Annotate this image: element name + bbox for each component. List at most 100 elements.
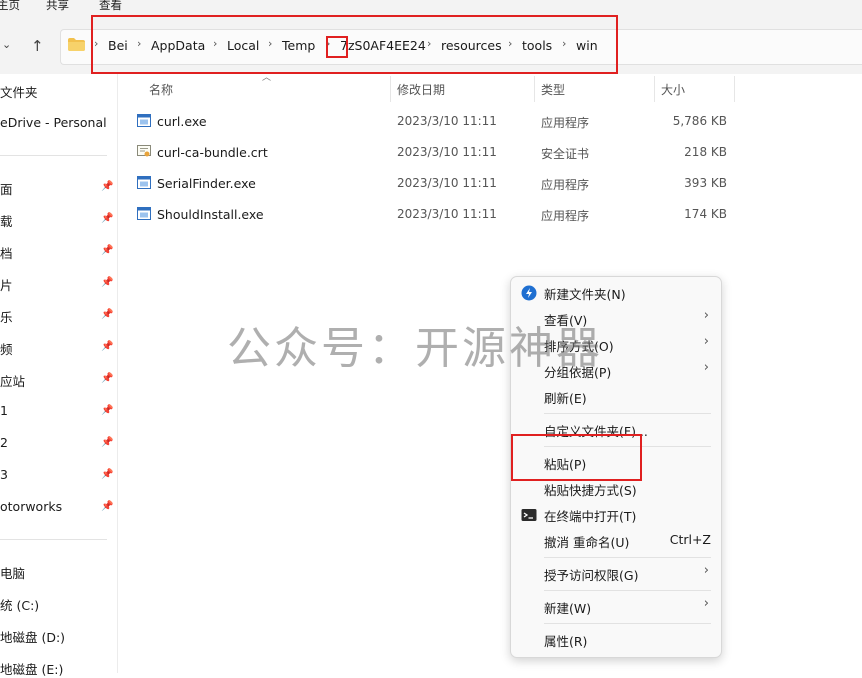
sidebar-item-drive-e[interactable]: 地磁盘 (E:) — [0, 659, 63, 678]
new-folder-icon — [521, 285, 537, 301]
exe-icon — [137, 207, 151, 220]
menu-item-group-by[interactable]: 分组依据(P) › — [511, 358, 721, 384]
menu-item-give-access[interactable]: 授予访问权限(G) › — [511, 561, 721, 587]
pin-icon: 📌 — [101, 341, 114, 352]
menu-label: 授予访问权限(G) — [544, 568, 639, 583]
menu-divider — [544, 413, 711, 414]
sidebar-item-downloads[interactable]: 载 — [0, 211, 13, 230]
column-header-name[interactable]: 名称 — [149, 81, 173, 98]
sidebar-divider — [0, 539, 107, 540]
menu-item-new-folder[interactable]: 新建文件夹(N) — [511, 280, 721, 306]
breadcrumb-highlight-box — [326, 36, 348, 58]
ribbon-tab-view[interactable]: 查看 — [99, 0, 122, 13]
address-highlight-box — [91, 15, 618, 74]
column-header-date[interactable]: 修改日期 — [397, 81, 445, 98]
file-date: 2023/3/10 11:11 — [397, 176, 497, 190]
sidebar-divider — [0, 155, 107, 156]
sidebar-item-station[interactable]: 应站 — [0, 371, 25, 390]
pin-icon: 📌 — [101, 437, 114, 448]
menu-item-sort-by[interactable]: 排序方式(O) › — [511, 332, 721, 358]
menu-item-new[interactable]: 新建(W) › — [511, 594, 721, 620]
pin-icon: 📌 — [101, 213, 114, 224]
menu-label: 新建文件夹(N) — [544, 287, 626, 302]
exe-icon — [137, 176, 151, 189]
menu-item-refresh[interactable]: 刷新(E) — [511, 384, 721, 410]
column-divider[interactable] — [734, 76, 735, 102]
sidebar-item-drive-c[interactable]: 统 (C:) — [0, 595, 39, 614]
menu-label: 新建(W) — [544, 601, 592, 616]
sidebar-item-2[interactable]: 2 — [0, 435, 8, 450]
file-name: curl.exe — [157, 114, 207, 129]
sidebar-item-videos[interactable]: 频 — [0, 339, 13, 358]
sidebar-item-onedrive[interactable]: eDrive - Personal — [0, 115, 107, 130]
terminal-icon — [521, 509, 537, 521]
menu-item-undo-rename[interactable]: 撤消 重命名(U) Ctrl+Z — [511, 528, 721, 554]
file-row[interactable]: curl-ca-bundle.crt 2023/3/10 11:11 安全证书 … — [130, 138, 735, 168]
sort-up-icon: ︿ — [262, 73, 272, 83]
sidebar-item-folders[interactable]: 文件夹 — [0, 82, 38, 101]
menu-label: 撤消 重命名(U) — [544, 535, 630, 550]
file-name: curl-ca-bundle.crt — [157, 145, 268, 160]
chevron-right-icon: › — [703, 360, 709, 375]
file-size: 393 KB — [684, 176, 727, 190]
file-row[interactable]: SerialFinder.exe 2023/3/10 11:11 应用程序 39… — [130, 169, 735, 199]
menu-divider — [544, 557, 711, 558]
ribbon-tab-share[interactable]: 共享 — [46, 0, 69, 13]
pin-icon: 📌 — [101, 181, 114, 192]
pin-icon: 📌 — [101, 245, 114, 256]
file-row[interactable]: ShouldInstall.exe 2023/3/10 11:11 应用程序 1… — [130, 200, 735, 230]
column-divider[interactable] — [654, 76, 655, 102]
certificate-icon — [137, 145, 151, 157]
menu-item-properties[interactable]: 属性(R) — [511, 627, 721, 653]
sidebar-item-desktop[interactable]: 面 — [0, 179, 13, 198]
chevron-right-icon: › — [703, 308, 709, 323]
file-name: SerialFinder.exe — [157, 176, 256, 191]
file-name: ShouldInstall.exe — [157, 207, 264, 222]
sidebar-item-3[interactable]: 3 — [0, 467, 8, 482]
file-date: 2023/3/10 11:11 — [397, 207, 497, 221]
pin-icon: 📌 — [101, 373, 114, 384]
menu-item-open-terminal[interactable]: 在终端中打开(T) — [511, 502, 721, 528]
chevron-right-icon: › — [703, 596, 709, 611]
file-size: 218 KB — [684, 145, 727, 159]
sidebar-item-drive-d[interactable]: 地磁盘 (D:) — [0, 627, 65, 646]
pin-icon: 📌 — [101, 277, 114, 288]
ribbon-tab-home[interactable]: 主页 — [0, 0, 20, 13]
menu-shortcut: Ctrl+Z — [669, 532, 711, 547]
up-arrow-icon[interactable]: ↑ — [31, 37, 44, 55]
file-type: 应用程序 — [541, 209, 590, 223]
menu-label: 分组依据(P) — [544, 365, 612, 380]
file-date: 2023/3/10 11:11 — [397, 114, 497, 128]
menu-item-view[interactable]: 查看(V) › — [511, 306, 721, 332]
file-type: 应用程序 — [541, 178, 590, 192]
column-divider[interactable] — [390, 76, 391, 102]
menu-label: 属性(R) — [544, 634, 588, 649]
history-dropdown-icon[interactable]: ⌄ — [2, 38, 11, 51]
pin-icon: 📌 — [101, 405, 114, 416]
chevron-right-icon: › — [703, 334, 709, 349]
column-header-size[interactable]: 大小 — [661, 81, 685, 98]
sidebar-item-pictures[interactable]: 片 — [0, 275, 13, 294]
column-divider[interactable] — [534, 76, 535, 102]
menu-label: 在终端中打开(T) — [544, 509, 637, 524]
file-size: 5,786 KB — [672, 114, 727, 128]
pin-icon: 📌 — [101, 501, 114, 512]
sidebar-item-this-pc[interactable]: 电脑 — [0, 563, 25, 582]
menu-label: 排序方式(O) — [544, 339, 614, 354]
folder-icon — [68, 38, 85, 51]
chevron-right-icon: › — [703, 563, 709, 578]
file-size: 174 KB — [684, 207, 727, 221]
exe-icon — [137, 114, 151, 127]
sidebar-item-motorworks[interactable]: otorworks — [0, 499, 62, 514]
sidebar-item-music[interactable]: 乐 — [0, 307, 13, 326]
sidebar-item-1[interactable]: 1 — [0, 403, 8, 418]
sidebar-item-documents[interactable]: 档 — [0, 243, 13, 262]
column-header-type[interactable]: 类型 — [541, 81, 565, 98]
menu-divider — [544, 623, 711, 624]
file-row[interactable]: curl.exe 2023/3/10 11:11 应用程序 5,786 KB — [130, 107, 735, 137]
pin-icon: 📌 — [101, 469, 114, 480]
menu-label: 刷新(E) — [544, 391, 587, 406]
menu-label: 粘贴快捷方式(S) — [544, 483, 637, 498]
menu-label: 查看(V) — [544, 313, 588, 328]
file-type: 应用程序 — [541, 116, 590, 130]
